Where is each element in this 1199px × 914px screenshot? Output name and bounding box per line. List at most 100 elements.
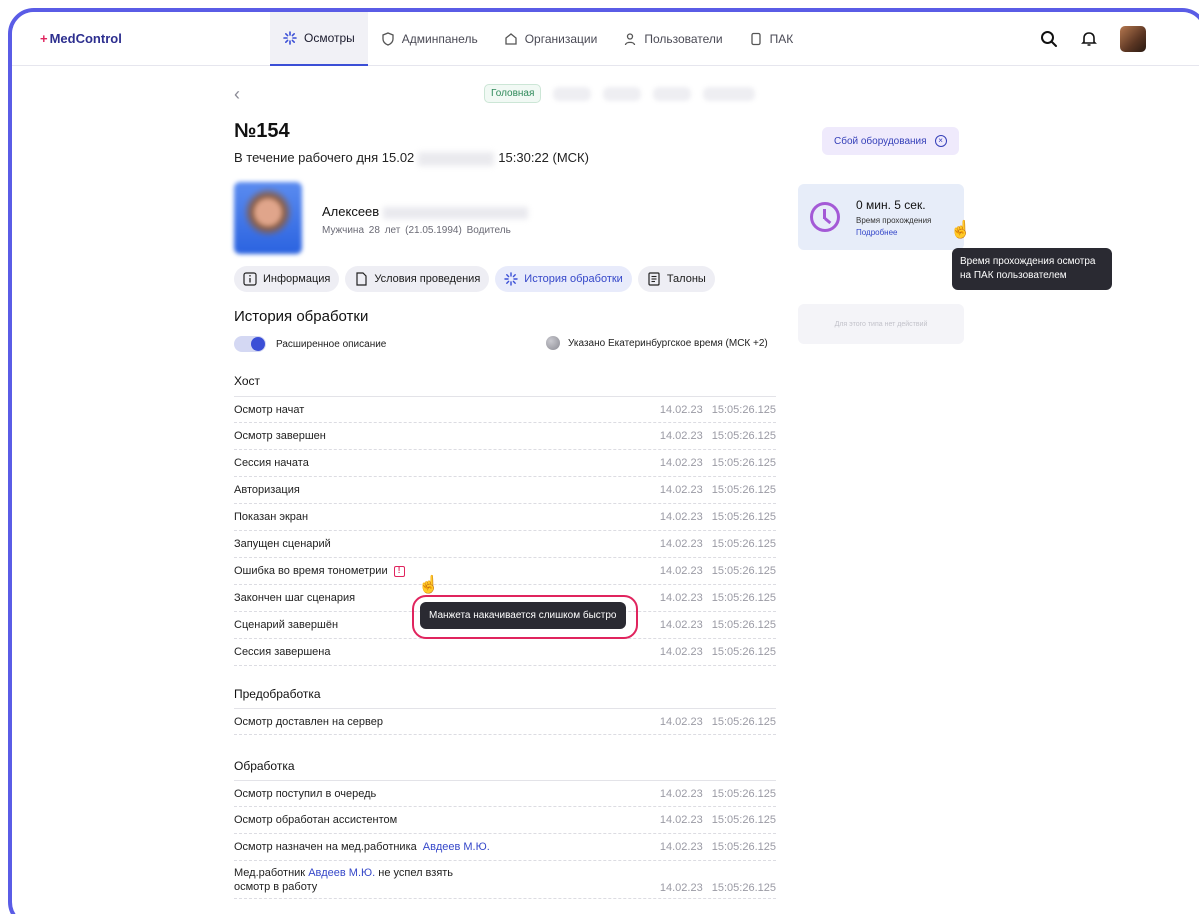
group-title-host: Хост [234, 374, 261, 388]
event-label: Осмотр начат [234, 403, 305, 416]
tab-tickets[interactable]: Талоны [637, 266, 715, 292]
close-circle-icon[interactable]: × [934, 135, 947, 147]
list-item: Мед.работник Авдеев М.Ю. не успел взять о… [234, 861, 776, 899]
ticket-icon [648, 272, 660, 286]
group-title-pre: Предобработка [234, 687, 321, 701]
tab-bar: Информация Условия проведения История об… [234, 266, 715, 292]
list-item: Показан экран 14.02.23 15:05:26.125 [234, 504, 776, 531]
clock-icon [810, 202, 840, 232]
user-icon [625, 33, 636, 46]
error-icon[interactable]: ! [393, 565, 405, 577]
top-navbar: + MedControl Осмотры Админпанель Организа… [12, 12, 1199, 66]
event-datetime: 14.02.23 15:05:26.125 [659, 565, 776, 577]
nav-item-users[interactable]: Пользователи [610, 12, 735, 66]
event-datetime: 14.02.23 15:05:26.125 [659, 814, 776, 826]
nav-item-admin[interactable]: Админпанель [368, 12, 491, 66]
document-icon [356, 272, 367, 286]
list-item: Ошибка во время тонометрии! 14.02.23 15:0… [234, 558, 776, 585]
event-datetime: 14.02.23 15:05:26.125 [659, 430, 776, 442]
nav-item-exams[interactable]: Осмотры [270, 12, 368, 66]
event-label: Сценарий завершён [234, 619, 339, 631]
timezone-note: Указано Екатеринбургское время (МСК +2) [546, 336, 768, 350]
event-label: Сессия начата [234, 457, 309, 469]
list-item: Авторизация 14.02.23 15:05:26.125 [234, 477, 776, 504]
breadcrumb-main[interactable]: Головная [484, 84, 542, 103]
nav-item-organizations[interactable]: Организации [491, 12, 611, 66]
event-datetime: 14.02.23 15:05:26.125 [659, 484, 776, 496]
group-title-proc: Обработка [234, 759, 295, 773]
search-icon[interactable] [1040, 30, 1058, 48]
event-datetime: 14.02.23 15:05:26.125 [659, 592, 776, 604]
loader-icon [283, 31, 297, 45]
app-window: + MedControl Осмотры Админпанель Организа… [8, 8, 1199, 914]
patient-meta: Мужчина 28 лет (21.05.1994) Водитель [322, 225, 511, 236]
logo[interactable]: + MedControl [40, 31, 122, 46]
exam-subtitle: В течение рабочего дня 15.02 15:30:22 (МС… [234, 150, 589, 166]
loader-icon [504, 272, 518, 286]
redacted-name [383, 206, 529, 219]
more-link[interactable]: Подробнее [856, 228, 898, 237]
hand-cursor-icon: ☝ [418, 575, 440, 594]
event-label: Осмотр поступил в очередь [234, 787, 377, 800]
event-label: Запущен сценарий [234, 538, 331, 550]
event-datetime: 14.02.23 15:05:26.125 [659, 457, 776, 469]
proc-list: Осмотр поступил в очередь 14.02.23 15:05:… [234, 780, 776, 899]
patient-photo [234, 182, 302, 254]
error-tooltip: Манжета накачивается слишком быстро [420, 602, 626, 629]
equipment-failure-badge[interactable]: Сбой оборудования × [822, 127, 959, 155]
event-datetime: 14.02.23 15:05:26.125 [659, 619, 776, 631]
event-datetime: 14.02.23 15:05:26.125 [659, 715, 776, 728]
breadcrumb-hidden-item [603, 86, 642, 101]
back-button[interactable]: ‹ [234, 84, 240, 105]
extended-description-toggle[interactable] [234, 336, 266, 352]
time-card: 0 мин. 5 сек. Время прохождения Подробне… [798, 184, 964, 250]
list-item: Осмотр обработан ассистентом 14.02.23 15:… [234, 807, 776, 834]
shield-icon [382, 32, 394, 46]
redacted-date [418, 151, 495, 166]
event-datetime: 14.02.23 15:05:26.125 [659, 646, 776, 658]
event-datetime: 14.02.23 15:05:26.125 [659, 841, 776, 853]
event-label: Показан экран [234, 511, 309, 523]
event-label: Осмотр обработан ассистентом [234, 814, 398, 826]
nav-label: ПАК [769, 32, 794, 46]
nav-item-pak[interactable]: ПАК [736, 12, 807, 66]
event-datetime: 14.02.23 15:05:26.125 [659, 511, 776, 523]
event-datetime: 14.02.23 15:05:26.125 [659, 403, 776, 416]
breadcrumb-hidden-item [553, 86, 592, 101]
event-datetime: 14.02.23 15:05:26.125 [659, 882, 776, 894]
event-label: Осмотр доставлен на сервер [234, 715, 383, 728]
nav-label: Осмотры [304, 31, 355, 45]
list-item: Осмотр доставлен на сервер 14.02.23 15:05… [234, 708, 776, 735]
list-item: Сессия начата 14.02.23 15:05:26.125 [234, 450, 776, 477]
doctor-link[interactable]: Авдеев М.Ю. [308, 867, 375, 879]
list-item: Сессия завершена 14.02.23 15:05:26.125 [234, 639, 776, 666]
event-label: Закончен шаг сценария [234, 592, 356, 604]
list-item: Запущен сценарий 14.02.23 15:05:26.125 [234, 531, 776, 558]
list-item: Осмотр начат 14.02.23 15:05:26.125 [234, 396, 776, 423]
event-label: Осмотр завершен [234, 430, 326, 442]
tab-info[interactable]: Информация [234, 266, 340, 292]
info-icon [243, 272, 257, 286]
breadcrumb: Головная [484, 84, 756, 103]
nav-label: Админпанель [401, 32, 478, 46]
patient-name: Алексеев [322, 204, 529, 219]
doctor-link[interactable]: Авдеев М.Ю. [423, 841, 490, 853]
tab-history[interactable]: История обработки [495, 266, 632, 292]
list-item: Осмотр завершен 14.02.23 15:05:26.125 [234, 423, 776, 450]
pre-list: Осмотр доставлен на сервер 14.02.23 15:05… [234, 708, 776, 735]
main-nav: Осмотры Админпанель Организации Пользова… [270, 12, 806, 66]
time-value: 0 мин. 5 сек. [856, 198, 926, 212]
tab-conditions[interactable]: Условия проведения [345, 266, 490, 292]
time-tooltip: Время прохождения осмотра на ПАК пользов… [952, 248, 1112, 290]
avatar[interactable] [1120, 26, 1146, 52]
hand-cursor-icon: ☝ [950, 220, 972, 239]
top-actions [1040, 26, 1146, 52]
event-label: Осмотр назначен на мед.работника Авдеев … [234, 841, 490, 853]
breadcrumb-hidden-item [703, 86, 756, 101]
extended-description-toggle-row: Расширенное описание [234, 336, 386, 352]
event-label: Авторизация [234, 484, 300, 496]
breadcrumb-hidden-item [653, 86, 692, 101]
bell-icon[interactable] [1080, 30, 1098, 48]
event-label: Мед.работник Авдеев М.Ю. не успел взять о… [234, 867, 454, 893]
event-label: Сессия завершена [234, 646, 331, 658]
